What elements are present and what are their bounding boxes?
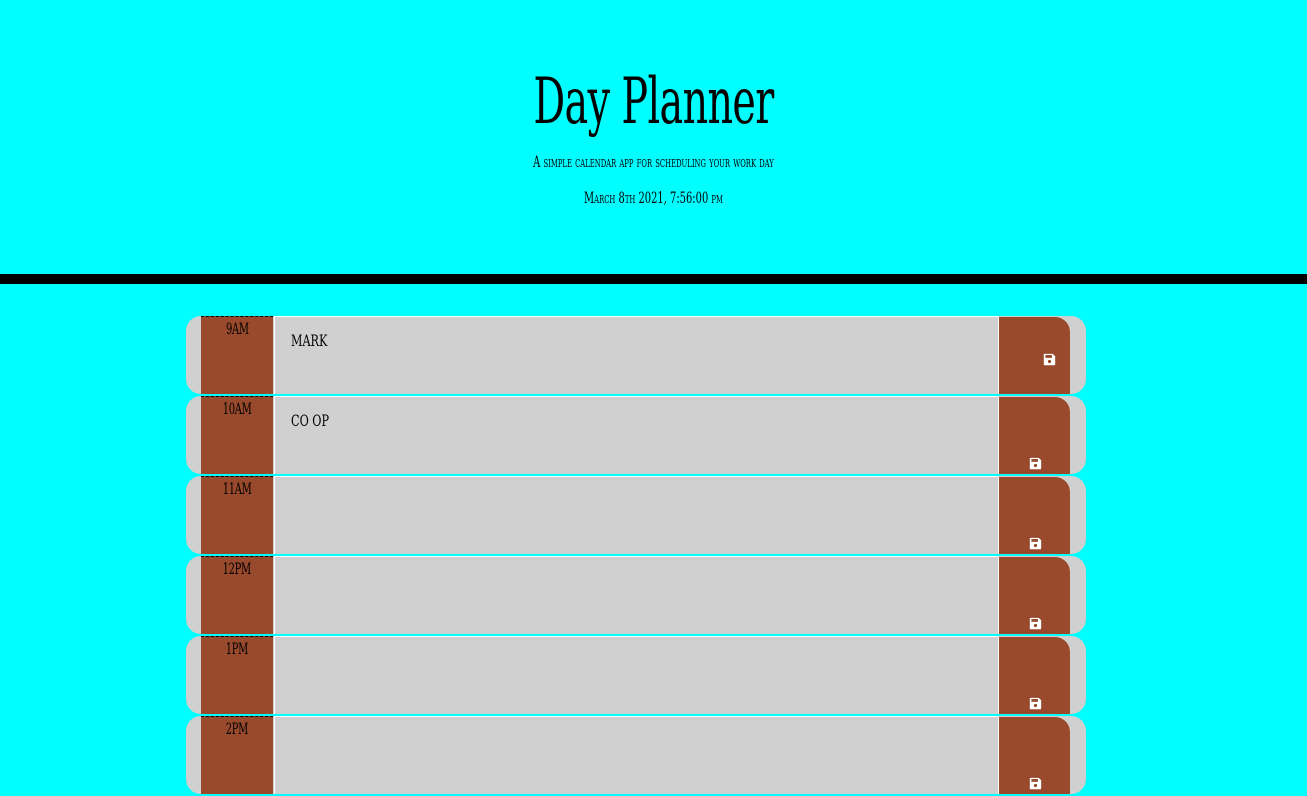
save-button[interactable] [998, 557, 1070, 634]
task-textarea[interactable]: co op [274, 396, 998, 474]
task-textarea[interactable] [274, 476, 998, 554]
task-textarea[interactable]: mark [274, 316, 998, 394]
save-button[interactable] [998, 317, 1070, 394]
task-textarea[interactable] [274, 556, 998, 634]
hour-label: 11AM [201, 476, 273, 554]
planner-container: 9AM mark 10AM co op 11AM [186, 316, 1086, 796]
hour-label: 1PM [201, 636, 273, 714]
save-button[interactable] [998, 397, 1070, 474]
save-button[interactable] [998, 717, 1070, 794]
floppy-disk-icon [1029, 697, 1042, 710]
task-textarea[interactable] [274, 716, 998, 794]
page-subtitle: A simple calendar app for scheduling you… [533, 152, 774, 171]
time-block-row: 9AM mark [186, 316, 1086, 394]
current-datetime: March 8th 2021, 7:56:00 pm [583, 188, 724, 207]
hour-label: 9AM [201, 316, 273, 394]
time-block-row: 11AM [186, 476, 1086, 554]
save-button[interactable] [998, 637, 1070, 714]
time-block-row: 1PM [186, 636, 1086, 714]
floppy-disk-icon [1043, 353, 1056, 366]
floppy-disk-icon [1029, 457, 1042, 470]
task-textarea[interactable] [274, 636, 998, 714]
hour-label: 10AM [201, 396, 273, 474]
page-title: Day Planner [533, 65, 774, 139]
hour-label: 12PM [201, 556, 273, 634]
save-button[interactable] [998, 477, 1070, 554]
floppy-disk-icon [1029, 777, 1042, 790]
header: Day Planner A simple calendar app for sc… [0, 0, 1307, 284]
time-block-row: 12PM [186, 556, 1086, 634]
time-block-row: 2PM [186, 716, 1086, 794]
hour-label: 2PM [201, 716, 273, 794]
floppy-disk-icon [1029, 617, 1042, 630]
time-block-row: 10AM co op [186, 396, 1086, 474]
floppy-disk-icon [1029, 537, 1042, 550]
